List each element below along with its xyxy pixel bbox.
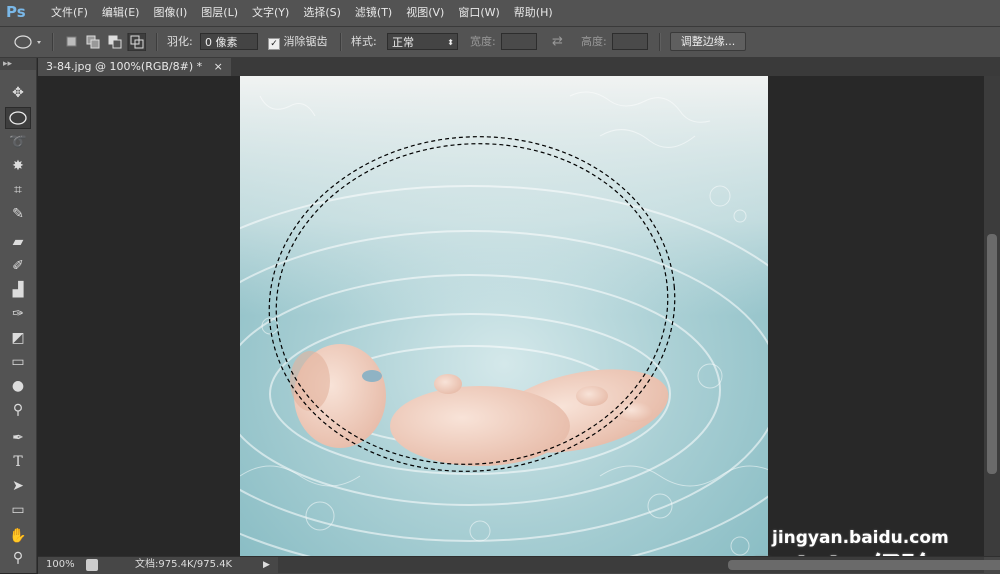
vertical-scroll-thumb[interactable] [987,234,997,474]
feather-input[interactable]: 0 像素 [200,33,258,50]
document-image[interactable] [240,76,768,556]
height-input[interactable] [612,33,648,50]
panel-collapse-icon[interactable]: ▸▸ [0,58,36,70]
eyedropper-icon[interactable]: ✎ [5,203,31,225]
selection-mode-buttons[interactable] [64,33,146,51]
hand-icon[interactable]: ✋ [5,525,31,547]
photoshop-logo: Ps [6,3,26,21]
brush-icon[interactable]: ✐ [5,255,31,277]
status-bar: 100% 文档:975.4K/975.4K ▶ [38,556,1000,574]
pen-icon[interactable]: ✒ [5,427,31,449]
gradient-icon[interactable]: ▭ [5,351,31,373]
dodge-icon[interactable]: ⚲ [5,399,31,421]
style-label: 样式: [351,35,377,48]
refine-edge-button[interactable]: 调整边缘... [670,32,746,51]
menu-layer[interactable]: 图层(L) [194,0,245,26]
elliptical-marquee-icon[interactable] [5,107,31,129]
width-input[interactable] [501,33,537,50]
document-tab[interactable]: 3-84.jpg @ 100%(RGB/8#) * × [38,58,231,76]
divider [340,33,342,51]
magic-wand-icon[interactable]: ✸ [5,155,31,177]
vertical-scrollbar[interactable] [984,76,1000,556]
menu-view[interactable]: 视图(V) [399,0,451,26]
menu-window[interactable]: 窗口(W) [451,0,506,26]
menu-edit[interactable]: 编辑(E) [95,0,147,26]
menu-bar: Ps 文件(F) 编辑(E) 图像(I) 图层(L) 文字(Y) 选择(S) 滤… [0,0,1000,27]
tool-preset-picker[interactable] [10,27,44,57]
antialias-label: 消除锯齿 [283,35,328,48]
crop-icon[interactable]: ⌗ [5,179,31,201]
feather-label: 羽化: [167,35,193,48]
document-tab-title: 3-84.jpg @ 100%(RGB/8#) * [46,60,203,73]
elliptical-marquee-preset-icon [14,35,41,49]
menu-items: 文件(F) 编辑(E) 图像(I) 图层(L) 文字(Y) 选择(S) 滤镜(T… [44,0,560,26]
eraser-icon[interactable]: ◩ [5,327,31,349]
close-icon[interactable]: × [214,60,223,73]
horizontal-scrollbar[interactable] [278,557,1000,573]
menu-help[interactable]: 帮助(H) [507,0,560,26]
history-brush-icon[interactable]: ✑ [5,303,31,325]
swap-icon[interactable]: ⇄ [552,27,563,57]
divider [52,33,54,51]
menu-file[interactable]: 文件(F) [44,0,95,26]
type-icon[interactable]: T [5,451,31,473]
zoom-icon[interactable]: ⚲ [5,547,31,569]
status-info-icon[interactable] [86,559,98,571]
checkbox-check-icon: ✓ [268,38,280,50]
antialias-checkbox[interactable]: ✓ 消除锯齿 [268,27,328,57]
zoom-level[interactable]: 100% [46,557,75,573]
tools-panel: ▸▸ ✥ ➰ ✸ ⌗ ✎ ▰ ✐ ▟ ✑ ◩ ▭ ● ⚲ ✒ T ➤ ▭ ✋ ⚲ [0,58,37,573]
watermark-url: jingyan.baidu.com [772,528,949,548]
move-icon[interactable]: ✥ [5,82,31,104]
height-label: 高度: [581,35,607,48]
blur-icon[interactable]: ● [5,375,31,397]
menu-select[interactable]: 选择(S) [296,0,348,26]
updown-arrow-icon: ⬍ [447,38,454,47]
width-label: 宽度: [470,35,496,48]
new-selection-icon [66,36,77,47]
document-tab-bar: 3-84.jpg @ 100%(RGB/8#) * × [38,58,1000,76]
divider [659,33,661,51]
document-size-info: 文档:975.4K/975.4K [135,559,233,570]
canvas-area[interactable]: Bai du 经验 [38,76,984,556]
style-select[interactable]: 正常 ⬍ [387,33,458,50]
options-bar: 羽化: 0 像素 ✓ 消除锯齿 样式: 正常 ⬍ 宽度: ⇄ 高度: 调整边缘.… [0,27,1000,58]
menu-type[interactable]: 文字(Y) [245,0,296,26]
lasso-icon[interactable]: ➰ [5,131,31,153]
healing-brush-icon[interactable]: ▰ [5,231,31,253]
divider [156,33,158,51]
style-value: 正常 [392,36,414,49]
menu-filter[interactable]: 滤镜(T) [348,0,399,26]
horizontal-scroll-thumb[interactable] [728,560,1000,570]
rectangle-shape-icon[interactable]: ▭ [5,499,31,521]
path-selection-icon[interactable]: ➤ [5,475,31,497]
status-menu-arrow-icon[interactable]: ▶ [263,557,270,573]
clone-stamp-icon[interactable]: ▟ [5,279,31,301]
menu-image[interactable]: 图像(I) [146,0,194,26]
